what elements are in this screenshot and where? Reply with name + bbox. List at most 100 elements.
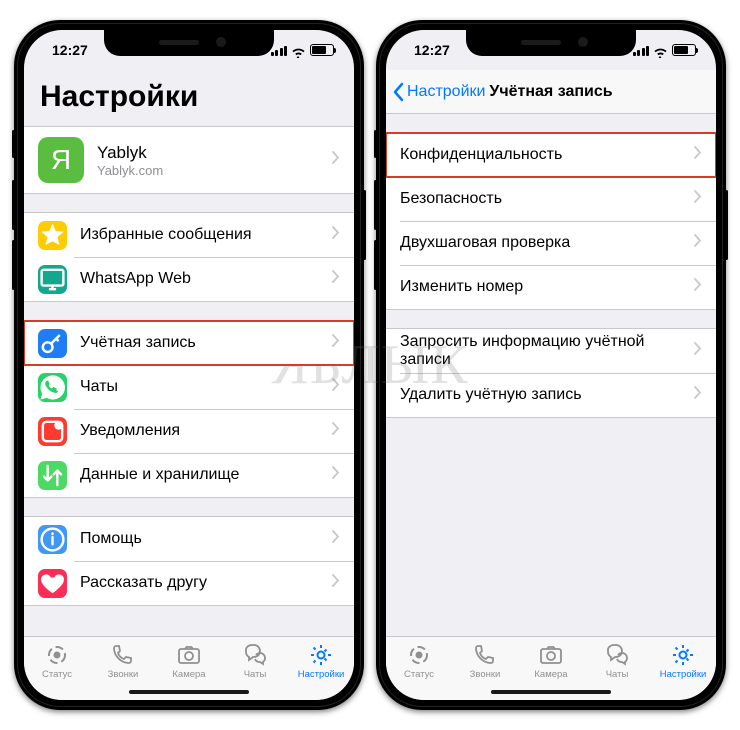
tab-chats[interactable]: Чаты (222, 643, 288, 680)
tab-chats[interactable]: Чаты (584, 643, 650, 680)
tab-gear[interactable]: Настройки (288, 643, 354, 680)
tab-status[interactable]: Статус (24, 643, 90, 680)
group-privacy: Конфиденциальность Безопасность Двухшагова… (386, 132, 716, 310)
group-account-actions: Запросить информацию учётной записи Удали… (386, 328, 716, 418)
list-item[interactable]: Помощь (24, 517, 354, 561)
wifi-icon (653, 45, 668, 56)
info-icon (38, 525, 67, 554)
list-item-label: Учётная запись (80, 334, 332, 352)
chats-icon (242, 643, 268, 667)
row-profile[interactable]: Я Yablyk Yablyk.com (24, 127, 354, 193)
status-icon (44, 643, 70, 667)
list-item[interactable]: Удалить учётную запись (386, 373, 716, 417)
list-item[interactable]: Уведомления (24, 409, 354, 453)
chevron-right-icon (332, 422, 340, 440)
tab-label: Звонки (470, 669, 501, 680)
chats-icon (604, 643, 630, 667)
camera-icon (538, 643, 564, 667)
battery-icon (310, 44, 334, 56)
back-label: Настройки (407, 83, 485, 101)
nav-title: Учётная запись (489, 83, 612, 101)
chevron-right-icon (332, 530, 340, 548)
list-item[interactable]: Учётная запись (24, 321, 354, 365)
tab-label: Статус (42, 669, 72, 680)
list-item[interactable]: Двухшаговая проверка (386, 221, 716, 265)
chevron-right-icon (332, 574, 340, 592)
signal-icon (271, 45, 288, 56)
battery-icon (672, 44, 696, 56)
tab-label: Настройки (660, 669, 707, 680)
list-item[interactable]: Безопасность (386, 177, 716, 221)
status-time: 12:27 (414, 42, 450, 58)
tab-label: Камера (172, 669, 205, 680)
group-starred: Избранные сообщения WhatsApp Web (24, 212, 354, 302)
chevron-right-icon (694, 342, 702, 360)
list-item-label: Запросить информацию учётной записи (400, 333, 694, 369)
chevron-right-icon (332, 334, 340, 352)
profile-name: Yablyk (97, 143, 332, 163)
list-item-label: Избранные сообщения (80, 226, 332, 244)
list-item[interactable]: Рассказать другу (24, 561, 354, 605)
list-item[interactable]: WhatsApp Web (24, 257, 354, 301)
star-icon (38, 221, 67, 250)
tab-label: Статус (404, 669, 434, 680)
chevron-right-icon (332, 226, 340, 244)
tab-camera[interactable]: Камера (518, 643, 584, 680)
list-item-label: Уведомления (80, 422, 332, 440)
home-indicator (491, 690, 611, 694)
tab-camera[interactable]: Камера (156, 643, 222, 680)
chevron-right-icon (332, 270, 340, 288)
group-help: Помощь Рассказать другу (24, 516, 354, 606)
chevron-right-icon (694, 146, 702, 164)
key-icon (38, 329, 67, 358)
list-item[interactable]: Избранные сообщения (24, 213, 354, 257)
tab-status[interactable]: Статус (386, 643, 452, 680)
phone-icon (110, 643, 136, 667)
list-item[interactable]: Чаты (24, 365, 354, 409)
tab-phone[interactable]: Звонки (452, 643, 518, 680)
list-item-label: Данные и хранилище (80, 466, 332, 484)
status-time: 12:27 (52, 42, 88, 58)
back-button[interactable]: Настройки (392, 82, 485, 102)
chevron-right-icon (332, 378, 340, 396)
phone-icon (472, 643, 498, 667)
chevron-right-icon (694, 190, 702, 208)
camera-icon (176, 643, 202, 667)
notch (104, 30, 274, 56)
list-item-label: Изменить номер (400, 278, 694, 296)
monitor-icon (38, 265, 67, 294)
tab-label: Камера (534, 669, 567, 680)
arrows-icon (38, 461, 67, 490)
list-item-label: WhatsApp Web (80, 270, 332, 288)
group-profile: Я Yablyk Yablyk.com (24, 126, 354, 194)
status-icon (406, 643, 432, 667)
nav-bar: Настройки Учётная запись (386, 70, 716, 114)
tab-phone[interactable]: Звонки (90, 643, 156, 680)
avatar: Я (38, 137, 84, 183)
list-item-label: Безопасность (400, 190, 694, 208)
home-indicator (129, 690, 249, 694)
notif-icon (38, 417, 67, 446)
page-title: Настройки (24, 70, 354, 122)
tab-label: Настройки (298, 669, 345, 680)
tab-gear[interactable]: Настройки (650, 643, 716, 680)
chevron-right-icon (694, 278, 702, 296)
list-item-label: Двухшаговая проверка (400, 234, 694, 252)
list-item-label: Конфиденциальность (400, 146, 694, 164)
profile-sub: Yablyk.com (97, 163, 332, 178)
gear-icon (308, 643, 334, 667)
list-item[interactable]: Конфиденциальность (386, 133, 716, 177)
chevron-right-icon (694, 234, 702, 252)
phone-left: 12:27 Настройки Я Yablyk Yablyk.com (14, 20, 364, 710)
chevron-right-icon (694, 386, 702, 404)
tab-label: Чаты (606, 669, 629, 680)
tab-label: Чаты (244, 669, 267, 680)
list-item-label: Помощь (80, 530, 332, 548)
phone-right: 12:27 Настройки Учётная запись Конфиденц… (376, 20, 726, 710)
wifi-icon (291, 45, 306, 56)
list-item[interactable]: Данные и хранилище (24, 453, 354, 497)
gear-icon (670, 643, 696, 667)
notch (466, 30, 636, 56)
list-item[interactable]: Изменить номер (386, 265, 716, 309)
list-item[interactable]: Запросить информацию учётной записи (386, 329, 716, 373)
